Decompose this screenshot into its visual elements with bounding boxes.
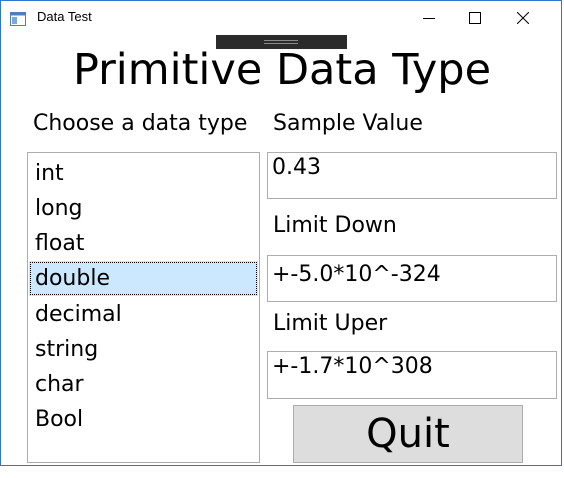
close-button[interactable] (499, 1, 545, 35)
minimize-icon (423, 18, 435, 19)
list-item[interactable]: int (29, 156, 258, 191)
choose-type-label: Choose a data type (33, 111, 248, 136)
quit-button[interactable]: Quit (293, 405, 523, 463)
data-type-list[interactable]: int long float double decimal string cha… (27, 152, 260, 463)
limit-down-label: Limit Down (273, 213, 397, 238)
list-item[interactable]: float (29, 226, 258, 261)
list-item[interactable]: char (29, 367, 258, 402)
list-item[interactable]: Bool (29, 402, 258, 437)
title-bar[interactable]: Data Test (1, 1, 561, 35)
list-item[interactable]: long (29, 191, 258, 226)
page-title: Primitive Data Type (72, 45, 492, 95)
sample-value-field[interactable]: 0.43 (267, 152, 557, 199)
maximize-button[interactable] (451, 1, 497, 35)
close-icon (517, 12, 529, 24)
limit-uper-label: Limit Uper (273, 311, 388, 336)
list-item-selected[interactable]: double (29, 261, 258, 296)
list-item[interactable]: decimal (29, 297, 258, 332)
background-strip (0, 466, 564, 478)
grip-icon (264, 40, 298, 44)
app-window: Data Test Primitive Data Type Choose a d… (0, 0, 562, 466)
window-app-icon (10, 11, 26, 26)
maximize-icon (469, 12, 481, 24)
window-title: Data Test (37, 9, 92, 24)
sample-value-label: Sample Value (273, 111, 423, 136)
list-item[interactable]: string (29, 332, 258, 367)
minimize-button[interactable] (405, 1, 451, 35)
limit-down-field[interactable]: +-5.0*10^-324 (267, 255, 557, 302)
limit-uper-field[interactable]: +-1.7*10^308 (267, 351, 557, 399)
